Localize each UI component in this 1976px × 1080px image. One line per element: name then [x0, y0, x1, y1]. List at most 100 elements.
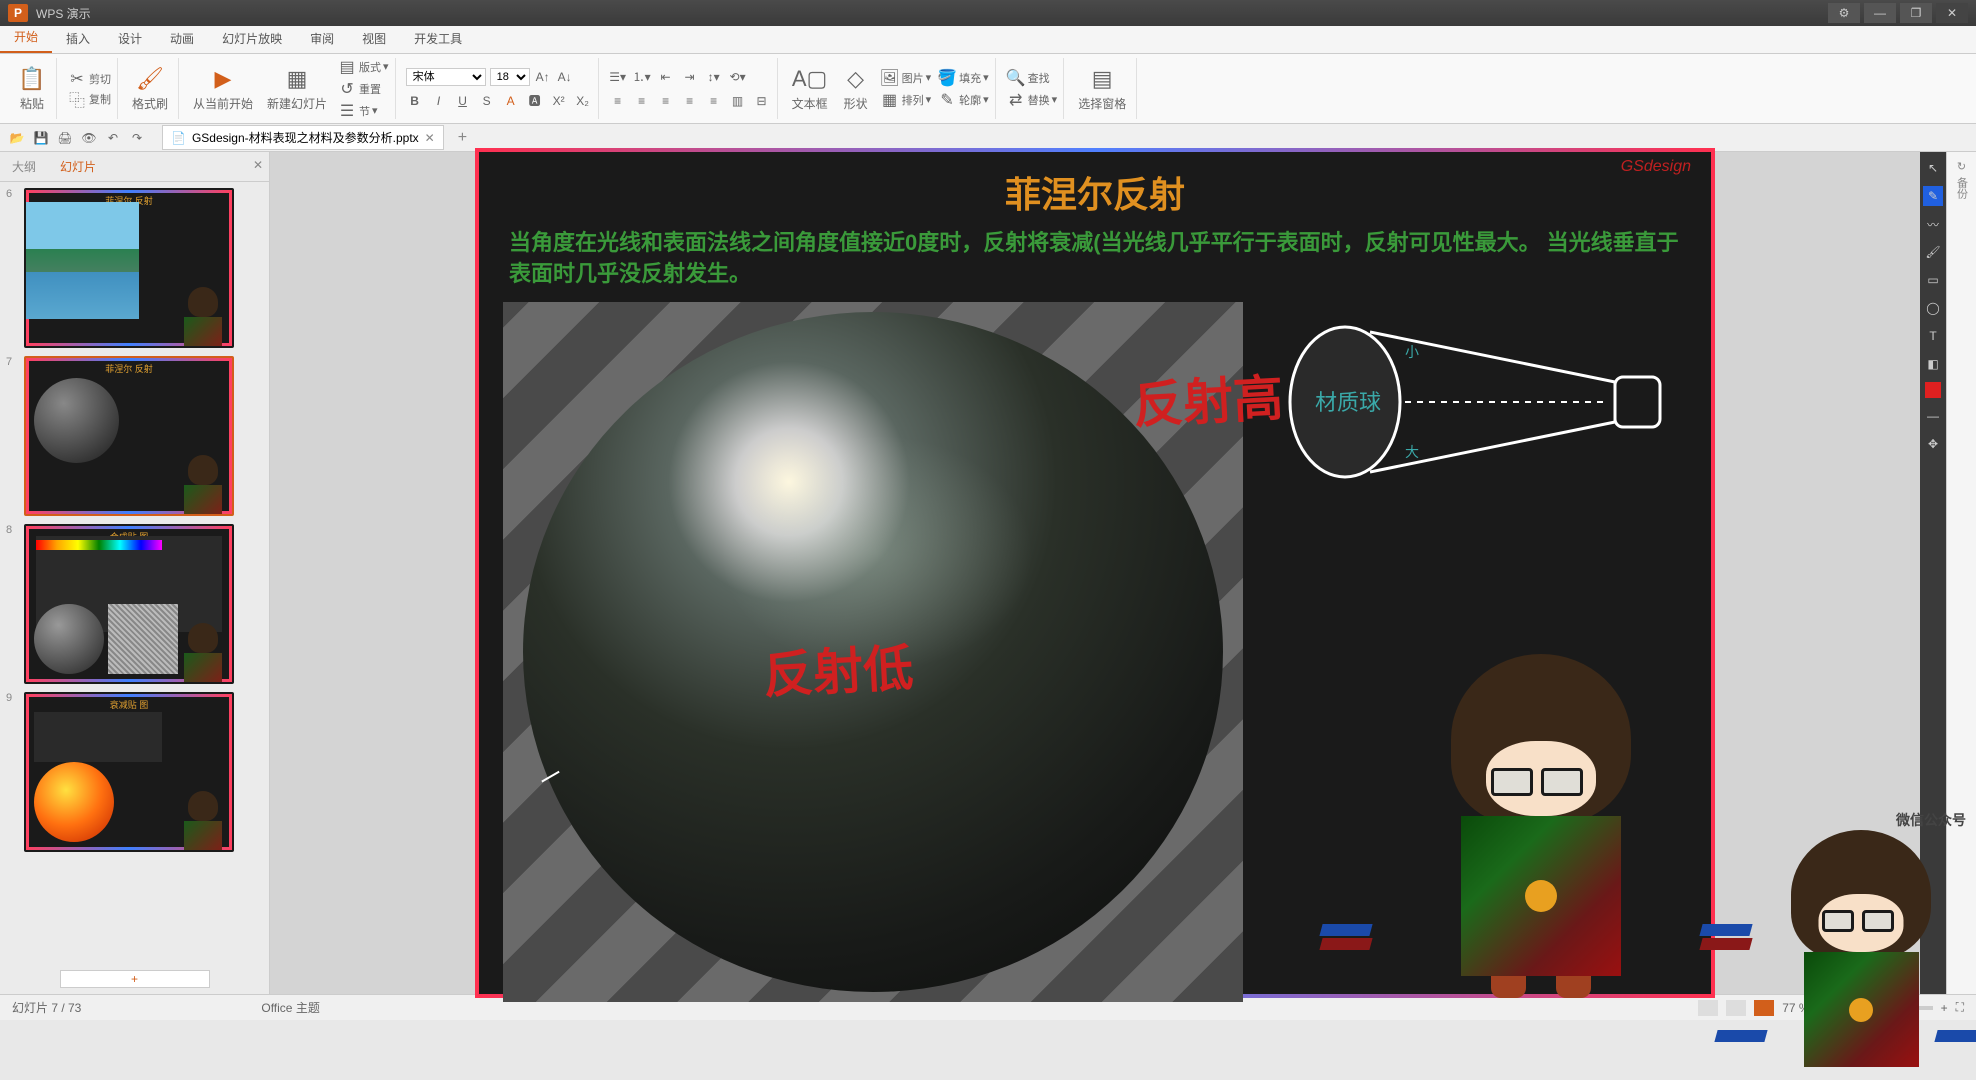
brush-tool[interactable]: 🖌 [1923, 242, 1943, 262]
print-preview-icon[interactable]: 👁 [80, 129, 98, 147]
print-icon[interactable]: 🖨 [56, 129, 74, 147]
vertical-align-button[interactable]: ⊟ [753, 92, 771, 110]
settings-icon[interactable]: ⚙ [1828, 3, 1860, 23]
italic-button[interactable]: I [430, 92, 448, 110]
new-slide-button[interactable]: ▦ 新建幻灯片 [263, 63, 331, 114]
line-spacing-button[interactable]: ↕▾ [705, 68, 723, 86]
slide-thumbnail-9[interactable]: 衰减贴 图 [24, 692, 234, 852]
layout-icon: ▤ [337, 57, 357, 77]
maximize-button[interactable]: ❐ [1900, 3, 1932, 23]
backup-icon[interactable]: ↻ [1957, 160, 1966, 173]
format-painter-button[interactable]: 🖌 格式刷 [128, 63, 172, 114]
paste-button[interactable]: 📋 粘贴 [14, 63, 50, 114]
move-tool[interactable]: ✥ [1923, 434, 1943, 454]
section-icon: ☰ [337, 101, 357, 121]
numbering-button[interactable]: ⒈▾ [633, 68, 651, 86]
pointer-tool[interactable]: ↖ [1923, 158, 1943, 178]
document-tab[interactable]: 📄 GSdesign-材料表现之材料及参数分析.pptx ✕ [162, 125, 444, 150]
theme-label: Office 主题 [261, 999, 319, 1016]
image-button[interactable]: 🖼图片 ▾ [880, 68, 932, 88]
increase-font-icon[interactable]: A↑ [534, 68, 552, 86]
close-button[interactable]: ✕ [1936, 3, 1968, 23]
slides-tab[interactable]: 幻灯片 [48, 152, 108, 181]
align-center-button[interactable]: ≡ [633, 92, 651, 110]
slide-title: 菲涅尔反射 [479, 152, 1711, 228]
redo-icon[interactable]: ↷ [128, 129, 146, 147]
find-button[interactable]: 🔍查找 [1006, 68, 1058, 88]
undo-icon[interactable]: ↶ [104, 129, 122, 147]
outline-button[interactable]: ✎轮廓 ▾ [937, 90, 989, 110]
layout-button[interactable]: ▤版式 ▾ [337, 57, 389, 77]
thumbnail-list[interactable]: 6 菲涅尔 反射 7 菲涅尔 反射 8 [0, 182, 269, 964]
highlighter-tool[interactable]: 〰 [1923, 214, 1943, 234]
shape-button[interactable]: ◇ 形状 [838, 63, 874, 114]
decrease-font-icon[interactable]: A↓ [556, 68, 574, 86]
tab-view[interactable]: 视图 [348, 24, 400, 53]
reset-button[interactable]: ↺重置 [337, 79, 389, 99]
slide-thumbnail-7[interactable]: 菲涅尔 反射 [24, 356, 234, 516]
slide-description: 当角度在光线和表面法线之间角度值接近0度时，反射将衰减(当光线几乎平行于表面时，… [479, 228, 1711, 290]
minimize-button[interactable]: — [1864, 3, 1896, 23]
align-left-button[interactable]: ≡ [609, 92, 627, 110]
save-icon[interactable]: 💾 [32, 129, 50, 147]
slide-thumbnail-6[interactable]: 菲涅尔 反射 [24, 188, 234, 348]
indent-increase-button[interactable]: ⇥ [681, 68, 699, 86]
text-direction-button[interactable]: ⟲▾ [729, 68, 747, 86]
doc-close-button[interactable]: ✕ [425, 131, 435, 145]
text-tool[interactable]: T [1923, 326, 1943, 346]
tab-slideshow[interactable]: 幻灯片放映 [208, 24, 296, 53]
copy-button[interactable]: ⿻复制 [67, 89, 111, 109]
arrange-button[interactable]: ▦排列 ▾ [880, 90, 932, 110]
superscript-button[interactable]: X² [550, 92, 568, 110]
bold-button[interactable]: B [406, 92, 424, 110]
ellipse-tool[interactable]: ◯ [1923, 298, 1943, 318]
color-swatch[interactable] [1925, 382, 1941, 398]
wechat-label: 微信公众号 [1896, 810, 1966, 830]
annotation-low: 反射低 [761, 628, 915, 708]
underline-button[interactable]: U [454, 92, 472, 110]
play-icon: ▶ [209, 65, 237, 93]
fontcolor-button[interactable]: A [502, 92, 520, 110]
replace-button[interactable]: ⇄替换 ▾ [1006, 90, 1058, 110]
sorter-view-button[interactable] [1726, 1000, 1746, 1016]
bullets-button[interactable]: ☰▾ [609, 68, 627, 86]
fill-button[interactable]: 🪣填充 ▾ [937, 68, 989, 88]
align-distribute-button[interactable]: ≡ [705, 92, 723, 110]
tab-insert[interactable]: 插入 [52, 24, 104, 53]
outline-tab[interactable]: 大纲 [0, 152, 48, 181]
eraser-tool[interactable]: ◧ [1923, 354, 1943, 374]
highlight-button[interactable]: 🅰 [526, 92, 544, 110]
font-select[interactable]: 宋体 [406, 68, 486, 86]
copy-icon: ⿻ [67, 89, 87, 109]
columns-button[interactable]: ▥ [729, 92, 747, 110]
textbox-button[interactable]: A▢ 文本框 [788, 63, 832, 114]
panel-close-button[interactable]: ✕ [253, 158, 263, 172]
section-button[interactable]: ☰节 ▾ [337, 101, 389, 121]
slide-thumbnail-8[interactable]: 合成贴 图 [24, 524, 234, 684]
subscript-button[interactable]: X₂ [574, 92, 592, 110]
select-pane-button[interactable]: ▤ 选择窗格 [1074, 63, 1130, 114]
thickness-tool[interactable]: — [1923, 406, 1943, 426]
rect-tool[interactable]: ▭ [1923, 270, 1943, 290]
fontsize-select[interactable]: 18 [490, 68, 530, 86]
open-icon[interactable]: 📂 [8, 129, 26, 147]
ribbon-tabs: 开始 插入 设计 动画 幻灯片放映 审阅 视图 开发工具 [0, 26, 1976, 54]
align-right-button[interactable]: ≡ [657, 92, 675, 110]
add-document-button[interactable]: + [458, 129, 467, 147]
tab-developer[interactable]: 开发工具 [400, 24, 476, 53]
from-current-button[interactable]: ▶ 从当前开始 [189, 63, 257, 114]
slide-canvas[interactable]: GSdesign 菲涅尔反射 当角度在光线和表面法线之间角度值接近0度时，反射将… [270, 152, 1920, 994]
tab-start[interactable]: 开始 [0, 22, 52, 53]
pen-tool[interactable]: ✎ [1923, 186, 1943, 206]
slide-number: 6 [6, 188, 18, 348]
indent-decrease-button[interactable]: ⇤ [657, 68, 675, 86]
tab-animation[interactable]: 动画 [156, 24, 208, 53]
scissors-icon: ✂ [67, 69, 87, 89]
cut-button[interactable]: ✂剪切 [67, 69, 111, 89]
add-slide-button[interactable]: + [60, 970, 210, 988]
align-justify-button[interactable]: ≡ [681, 92, 699, 110]
replace-icon: ⇄ [1006, 90, 1026, 110]
tab-review[interactable]: 审阅 [296, 24, 348, 53]
strikethrough-button[interactable]: S [478, 92, 496, 110]
tab-design[interactable]: 设计 [104, 24, 156, 53]
